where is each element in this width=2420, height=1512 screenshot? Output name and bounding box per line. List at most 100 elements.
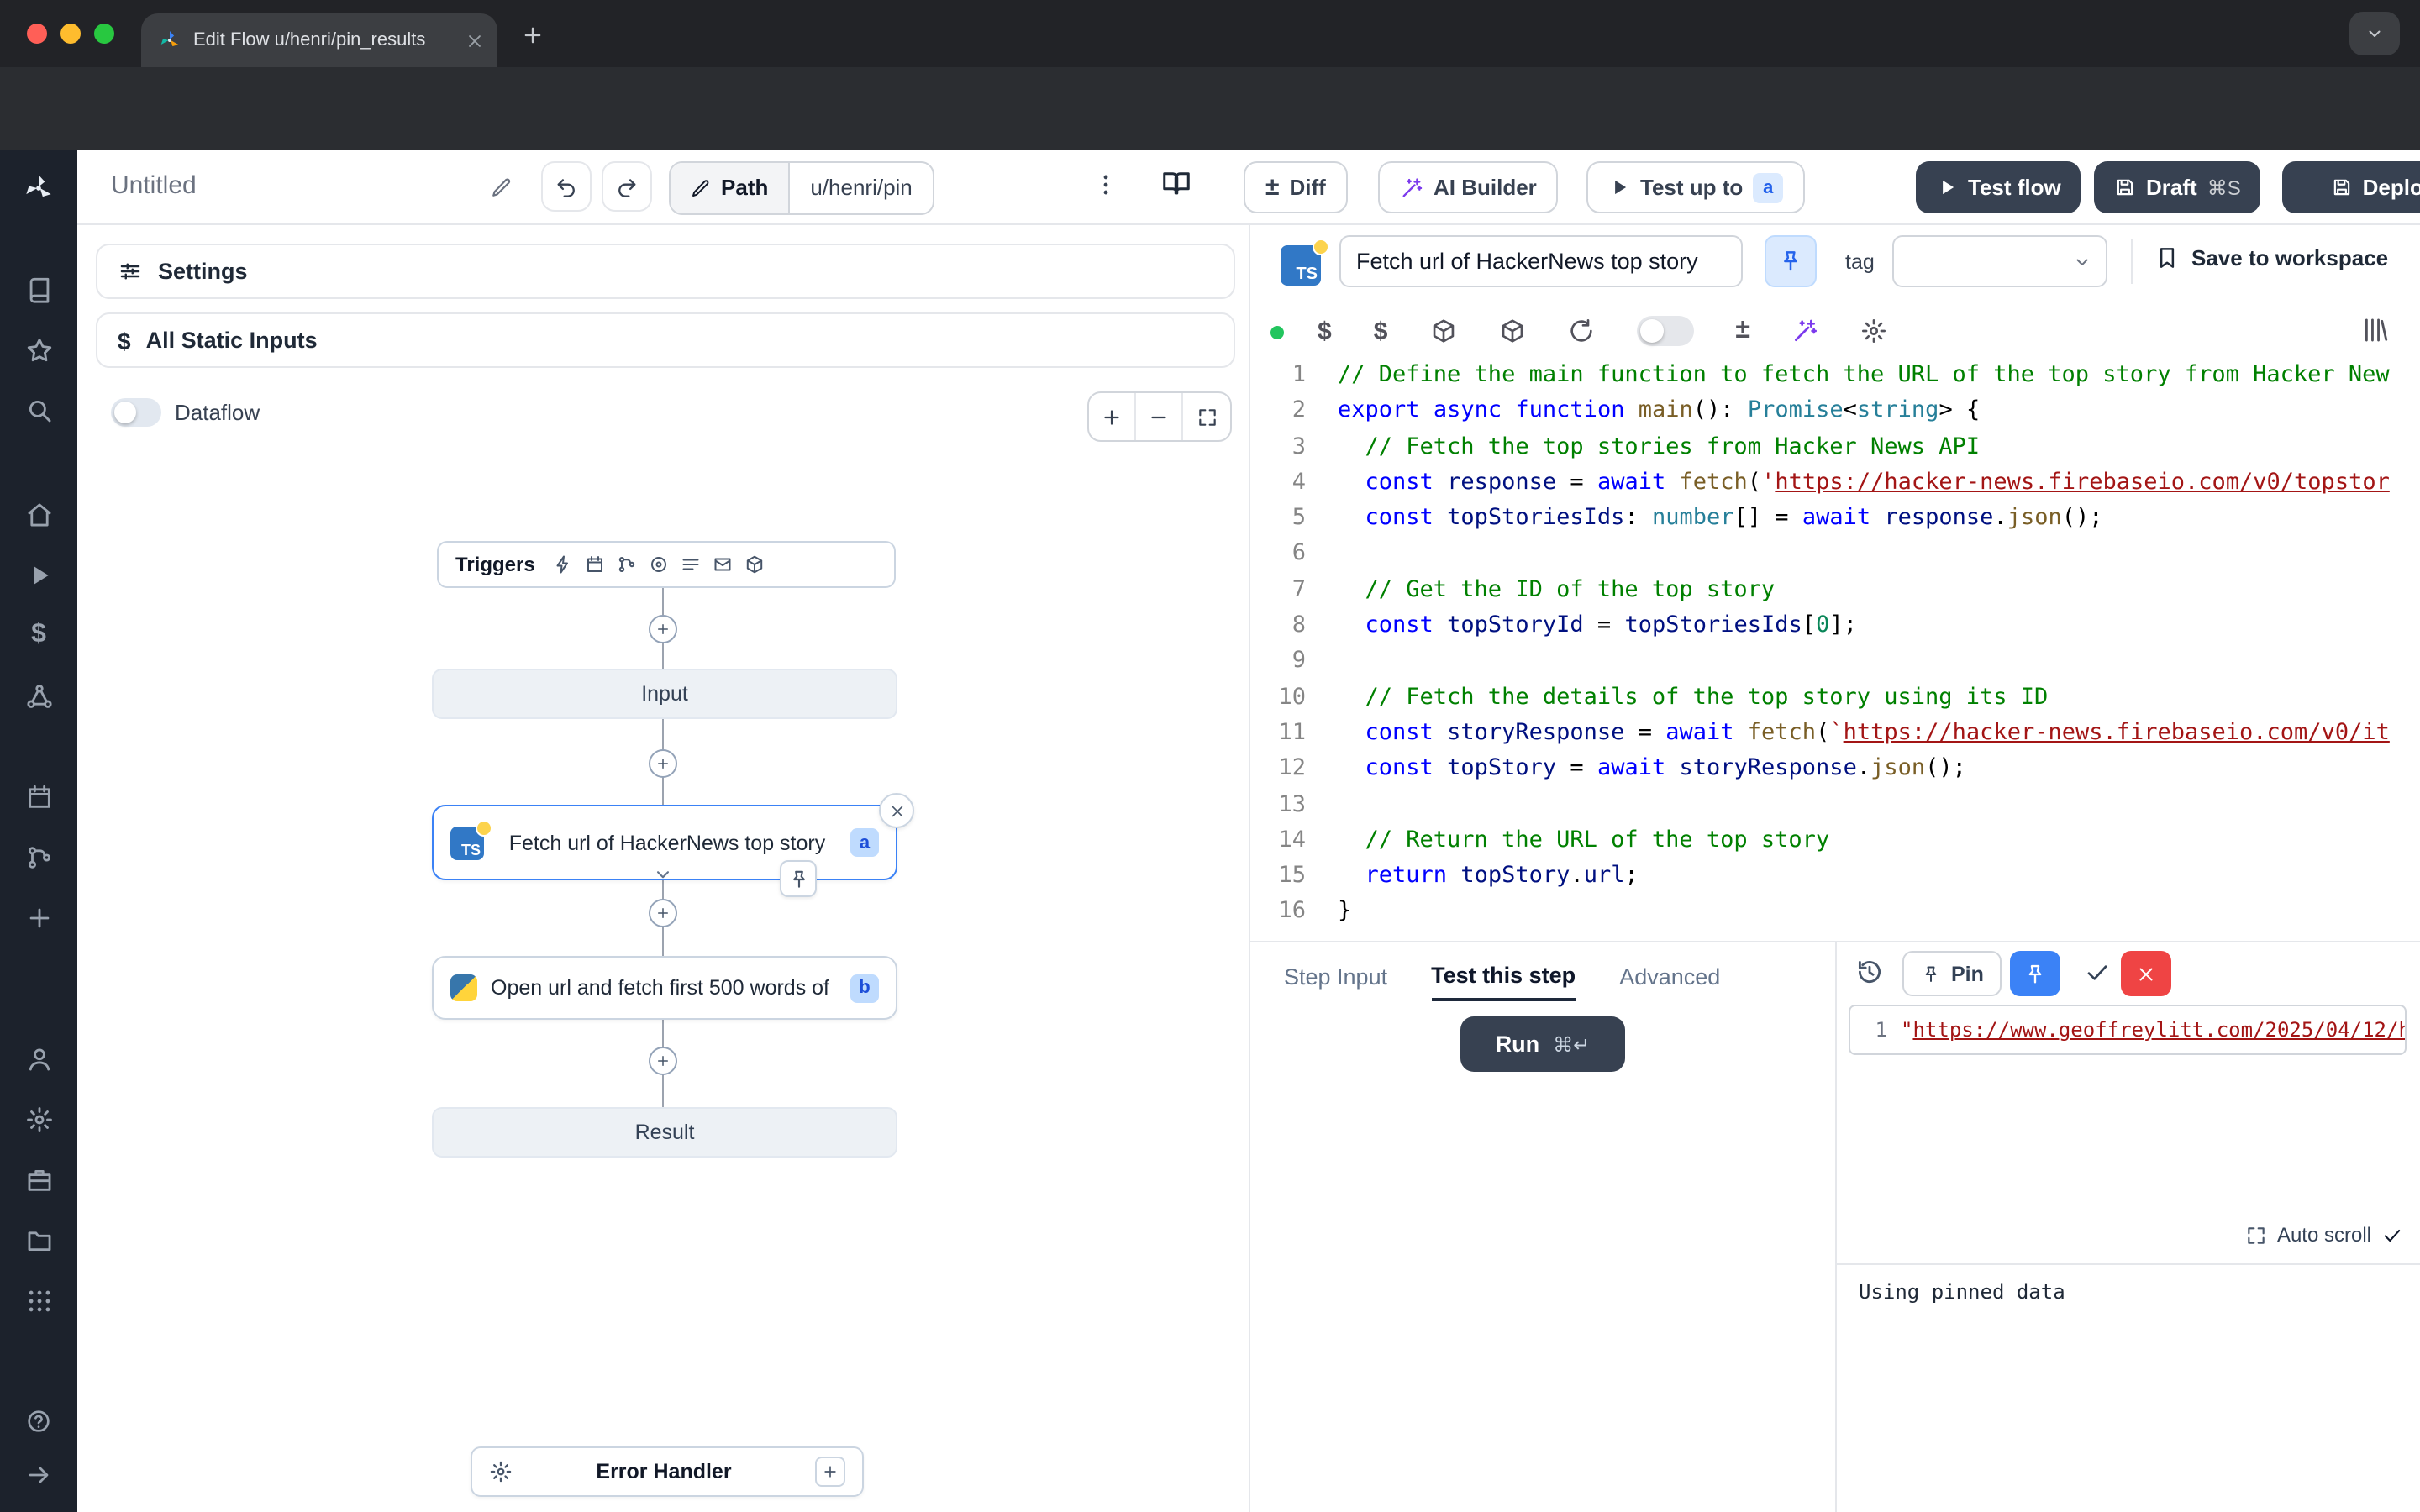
pin-toggle-button[interactable] (1765, 235, 1817, 287)
sidebar-item-star-icon[interactable] (0, 319, 77, 380)
draft-button[interactable]: Draft⌘S (2094, 161, 2261, 213)
deploy-icon (2331, 176, 2353, 198)
add-step-button[interactable] (649, 899, 677, 927)
step-tabs: Step Input Test this step Advanced (1284, 951, 1720, 1001)
chevron-down-icon (2072, 251, 2092, 271)
box-icon[interactable] (1498, 318, 1525, 344)
path-button[interactable]: Path u/henri/pin (669, 160, 934, 214)
auto-scroll-control[interactable]: Auto scroll (2245, 1223, 2403, 1247)
add-step-button[interactable] (649, 1047, 677, 1075)
result-node[interactable]: Result (432, 1107, 897, 1158)
dataflow-toggle[interactable] (111, 398, 161, 427)
library-icon[interactable] (2361, 316, 2390, 344)
queue-trigger-icon[interactable] (681, 554, 702, 575)
browser-tabstrip: Edit Flow u/henri/pin_results (0, 0, 2420, 67)
gear-icon[interactable] (1861, 318, 1888, 344)
refresh-icon[interactable] (1567, 318, 1594, 344)
triggers-node[interactable]: Triggers (437, 541, 896, 588)
tag-select[interactable] (1892, 235, 2107, 287)
editor-toggle[interactable] (1636, 316, 1693, 346)
wand-icon[interactable] (1792, 318, 1819, 344)
undo-button[interactable] (541, 161, 592, 212)
panel-divider (1835, 1263, 2420, 1265)
dollar-icon[interactable]: $ (1318, 318, 1332, 344)
zoom-out-button[interactable] (1136, 393, 1183, 440)
sidebar-item-home-icon[interactable] (0, 484, 77, 544)
add-step-button[interactable] (649, 615, 677, 643)
sidebar-item-folder-icon[interactable] (0, 1210, 77, 1270)
fit-view-button[interactable] (1183, 393, 1230, 440)
mail-trigger-icon[interactable] (713, 554, 734, 575)
docs-icon[interactable] (1161, 168, 1192, 198)
code-line: 8 const topStoryId = topStoriesIds[0]; (1250, 608, 2420, 644)
tab-step-input[interactable]: Step Input (1284, 951, 1387, 1001)
input-node[interactable]: Input (432, 669, 897, 719)
sidebar-item-play-icon[interactable] (0, 544, 77, 605)
tab-advanced[interactable]: Advanced (1619, 951, 1720, 1001)
plusminus-icon[interactable]: ± (1735, 318, 1750, 344)
test-up-to-button[interactable]: Test up to a (1586, 161, 1805, 213)
new-tab-button[interactable] (511, 13, 555, 57)
code-line: 14 // Return the URL of the top story (1250, 823, 2420, 859)
save-to-workspace-button[interactable]: Save to workspace (2154, 245, 2388, 270)
sidebar-item-user-icon[interactable] (0, 1028, 77, 1089)
flow-toolbar: Untitled Path u/henri/pin ±Diff AI Build… (77, 150, 2420, 225)
tab-close-icon[interactable] (466, 31, 484, 50)
delete-step-button[interactable] (879, 793, 914, 828)
sidebar-item-search-icon[interactable] (0, 380, 77, 440)
more-options-icon[interactable] (1092, 171, 1119, 198)
sidebar-item-calendar-icon[interactable] (0, 766, 77, 827)
window-minimize-button[interactable] (60, 24, 81, 44)
settings-row[interactable]: Settings (96, 244, 1235, 299)
pin-active-button[interactable] (2010, 951, 2060, 996)
calendar-trigger-icon[interactable] (586, 554, 606, 575)
sidebar-item-plus-icon[interactable] (0, 887, 77, 948)
add-step-button[interactable] (649, 749, 677, 778)
window-zoom-button[interactable] (94, 24, 114, 44)
bolt-trigger-icon[interactable] (554, 554, 574, 575)
deploy-button[interactable]: Deploy (2282, 161, 2420, 213)
add-error-handler-button[interactable] (815, 1457, 845, 1487)
pin-button[interactable]: Pin (1902, 951, 2002, 996)
pin-chip[interactable] (780, 860, 817, 897)
history-icon[interactable] (1855, 958, 1884, 986)
box-trigger-icon[interactable] (745, 554, 765, 575)
line-number: 1 (1850, 1018, 1887, 1042)
tab-title: Edit Flow u/henri/pin_results (193, 30, 454, 50)
code-editor[interactable]: 1// Define the main function to fetch th… (1250, 358, 2420, 941)
sidebar-item-branch-icon[interactable] (0, 827, 77, 887)
cancel-button[interactable] (2121, 951, 2171, 996)
static-inputs-row[interactable]: $ All Static Inputs (96, 312, 1235, 368)
ai-builder-button[interactable]: AI Builder (1378, 161, 1559, 213)
sidebar-item-help-icon[interactable] (0, 1391, 77, 1452)
box-icon[interactable] (1429, 318, 1456, 344)
diff-button[interactable]: ±Diff (1244, 161, 1348, 213)
sidebar-item-hub-icon[interactable] (0, 665, 77, 726)
run-button[interactable]: Run⌘↵ (1460, 1016, 1625, 1072)
sidebar-item-book-icon[interactable] (0, 259, 77, 319)
test-flow-button[interactable]: Test flow (1916, 161, 2081, 213)
browser-tab[interactable]: Edit Flow u/henri/pin_results (141, 13, 497, 67)
tab-test-this-step[interactable]: Test this step (1431, 951, 1576, 1001)
step-summary-input[interactable] (1339, 235, 1743, 287)
tab-search-button[interactable] (2349, 12, 2400, 55)
accept-icon[interactable] (2084, 959, 2111, 986)
sidebar-item-arrow-right-icon[interactable] (0, 1445, 77, 1505)
target-trigger-icon[interactable] (650, 554, 670, 575)
sidebar-item-dollar-icon[interactable]: $ (0, 605, 77, 665)
windmill-logo[interactable] (0, 163, 77, 213)
error-handler-node[interactable]: Error Handler (471, 1446, 864, 1497)
sidebar-item-briefcase-icon[interactable] (0, 1149, 77, 1210)
branch-trigger-icon[interactable] (618, 554, 638, 575)
pinned-data-editor[interactable]: 1 "https://www.geoffreylitt.com/2025/04/… (1849, 1005, 2407, 1055)
step-node-b[interactable]: Open url and fetch first 500 words of ..… (432, 956, 897, 1020)
rename-flow-icon[interactable] (491, 176, 513, 198)
redo-button[interactable] (602, 161, 652, 212)
expand-step-icon[interactable] (652, 864, 674, 885)
window-close-button[interactable] (27, 24, 47, 44)
sidebar-item-grid-icon[interactable] (0, 1270, 77, 1331)
dollar-icon[interactable]: $ (1374, 318, 1388, 344)
step-badge: a (1753, 172, 1783, 202)
zoom-in-button[interactable] (1089, 393, 1136, 440)
sidebar-item-gear-icon[interactable] (0, 1089, 77, 1149)
